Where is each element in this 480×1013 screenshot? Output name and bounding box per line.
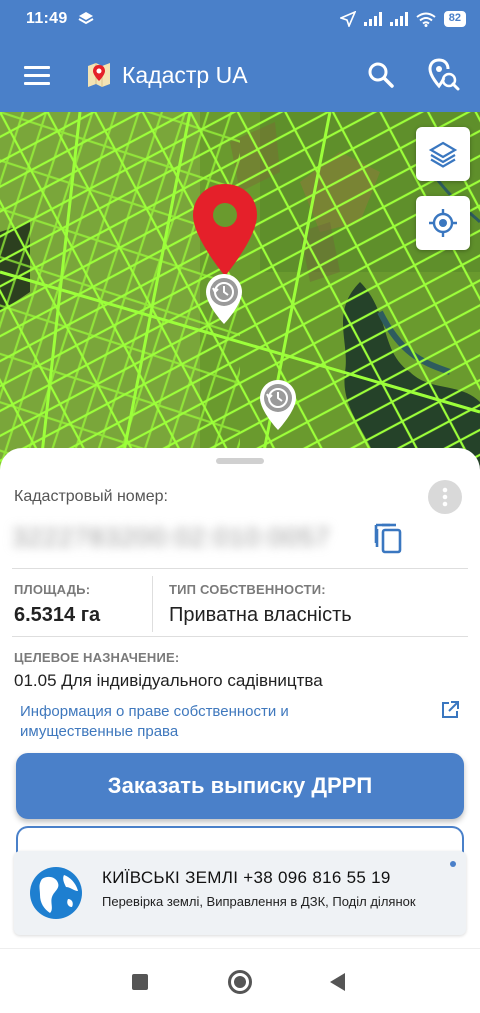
selected-location-pin-icon[interactable] — [190, 182, 260, 278]
search-icon[interactable] — [366, 60, 396, 90]
globe-icon — [30, 867, 82, 919]
external-link-icon[interactable] — [440, 700, 460, 720]
location-arrow-icon — [339, 11, 356, 27]
vertical-divider — [152, 576, 153, 632]
layers-icon — [428, 141, 458, 168]
divider — [12, 636, 468, 637]
ownership-rights-link[interactable]: Информация о праве собственности и имуще… — [20, 702, 350, 742]
divider — [12, 568, 468, 569]
signal-icon — [363, 12, 382, 26]
system-nav-bar — [0, 948, 480, 1013]
wifi-icon — [416, 12, 436, 27]
back-icon[interactable] — [330, 973, 345, 991]
ad-description: Перевірка землі, Виправлення в ДЗК, Поді… — [102, 894, 416, 909]
cadastral-number-label: Кадастровый номер: — [14, 488, 168, 505]
history-pin-icon[interactable] — [258, 378, 298, 432]
map-view[interactable] — [0, 112, 480, 472]
purpose-label: ЦЕЛЕВОЕ НАЗНАЧЕНИЕ: — [14, 650, 180, 665]
ownership-label: ТИП СОБСТВЕННОСТИ: — [169, 582, 326, 597]
location-search-icon[interactable] — [426, 58, 460, 92]
ad-banner[interactable]: КИЇВСЬКІ ЗЕМЛІ +38 096 816 55 19 Перевір… — [14, 851, 466, 935]
my-location-button[interactable] — [416, 196, 470, 250]
layers-button[interactable] — [416, 127, 470, 181]
app-notification-icon — [78, 12, 94, 25]
area-value: 6.5314 га — [14, 604, 101, 626]
app-title: Кадастр UA — [122, 61, 248, 88]
purpose-value: 01.05 Для індивідуального садівництва — [14, 671, 323, 690]
more-options-button[interactable] — [428, 480, 462, 514]
signal-icon-2 — [389, 12, 408, 26]
app-logo-icon — [88, 63, 110, 87]
crosshair-icon — [429, 209, 457, 237]
sheet-drag-handle[interactable] — [216, 458, 264, 464]
app-bar: Кадастр UA — [0, 38, 480, 112]
status-time: 11:49 — [26, 10, 68, 27]
history-pin-icon[interactable] — [204, 272, 244, 326]
ownership-value: Приватна власність — [169, 604, 352, 626]
hamburger-menu-icon[interactable] — [24, 65, 50, 85]
recent-apps-icon[interactable] — [132, 974, 148, 990]
home-icon[interactable] — [228, 970, 252, 994]
cadastral-number-value: 3222783200:02:010:0057 — [12, 522, 331, 552]
copy-icon[interactable] — [374, 523, 404, 555]
battery-indicator: 82 — [443, 11, 466, 27]
ad-indicator-icon — [450, 861, 456, 867]
more-vertical-icon — [442, 487, 448, 507]
order-extract-button[interactable]: Заказать выписку ДРРП — [16, 753, 464, 819]
area-label: ПЛОЩАДЬ: — [14, 582, 91, 597]
ad-title: КИЇВСЬКІ ЗЕМЛІ +38 096 816 55 19 — [102, 868, 391, 887]
status-bar: 11:49 82 — [0, 0, 480, 38]
